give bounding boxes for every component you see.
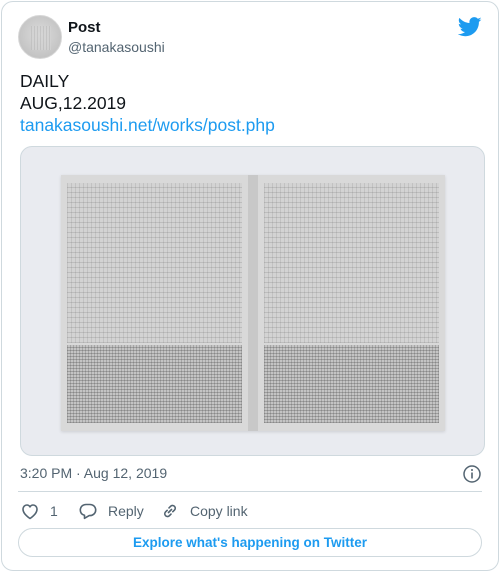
reply-icon: [79, 503, 97, 520]
reply-button[interactable]: Reply: [78, 499, 144, 523]
tweet-card: Post @tanakasoushi DAILY AUG,12.2019 tan…: [1, 1, 499, 571]
author-handle[interactable]: @tanakasoushi: [68, 38, 165, 56]
copy-link-label: Copy link: [190, 503, 248, 519]
like-button[interactable]: 1: [20, 499, 58, 523]
divider: [18, 491, 482, 492]
tweet-actions: 1 Reply Copy link: [20, 499, 482, 523]
explore-button[interactable]: Explore what's happening on Twitter: [18, 528, 482, 557]
link-icon: [164, 504, 176, 518]
artwork-left-page: [61, 175, 248, 431]
artwork-right-top: [264, 183, 439, 343]
timestamp[interactable]: 3:20 PM · Aug 12, 2019: [20, 465, 167, 481]
heart-icon: [22, 504, 38, 520]
avatar[interactable]: [18, 15, 62, 59]
tweet-header: Post @tanakasoushi: [18, 15, 482, 59]
copy-link-button[interactable]: Copy link: [160, 499, 248, 523]
artwork-gutter: [248, 175, 258, 431]
tweet-text: DAILY AUG,12.2019 tanakasoushi.net/works…: [20, 70, 275, 136]
tweet-line-1: DAILY: [20, 71, 70, 91]
tweet-link[interactable]: tanakasoushi.net/works/post.php: [20, 114, 275, 136]
author-name[interactable]: Post: [68, 19, 101, 37]
tweet-line-2: AUG,12.2019: [20, 93, 127, 113]
artwork-right-page: [258, 175, 445, 431]
reply-label: Reply: [108, 503, 144, 519]
artwork-image: [61, 175, 445, 431]
artwork-left-bottom: [67, 345, 242, 423]
like-count: 1: [50, 503, 58, 519]
tweet-meta: 3:20 PM · Aug 12, 2019: [20, 464, 482, 484]
artwork-right-bottom: [264, 345, 439, 423]
info-icon[interactable]: [462, 464, 482, 484]
tweet-media-image[interactable]: [20, 146, 485, 456]
twitter-bird-icon[interactable]: [458, 17, 482, 37]
artwork-left-top: [67, 183, 242, 343]
